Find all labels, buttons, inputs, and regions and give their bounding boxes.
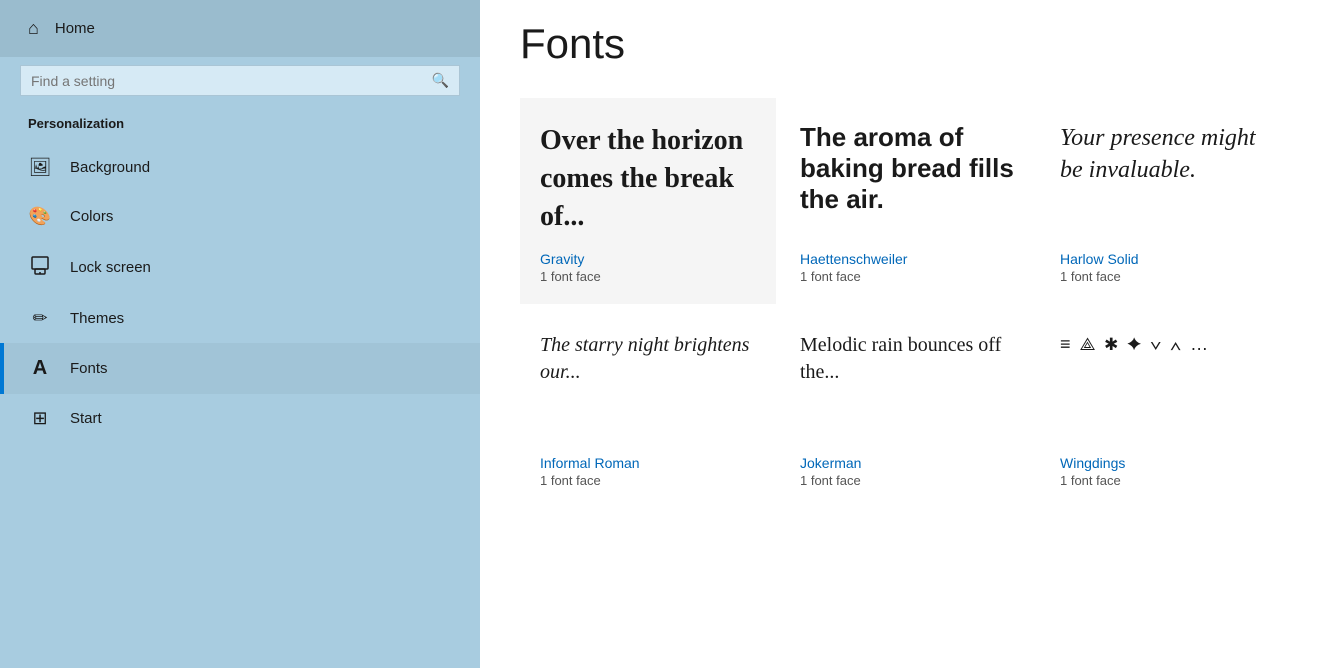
font-preview: The starry night brightens our... xyxy=(540,332,756,439)
font-card-row2-2[interactable]: Melodic rain bounces off the... Jokerman… xyxy=(780,308,1036,508)
search-box[interactable]: 🔍 xyxy=(20,65,460,96)
lock-screen-icon xyxy=(28,255,52,280)
sidebar: ⌂ Home 🔍 Personalization 🖼 Background 🎨 … xyxy=(0,0,480,668)
sidebar-item-label: Start xyxy=(70,410,102,427)
sidebar-item-themes[interactable]: ✏ Themes xyxy=(0,294,480,343)
font-card-row2-1[interactable]: The starry night brightens our... Inform… xyxy=(520,308,776,508)
font-name: Harlow Solid xyxy=(1060,251,1276,267)
font-card-harlow-solid[interactable]: Your presence might be invaluable. Harlo… xyxy=(1040,98,1296,304)
font-card-gravity[interactable]: Over the horizon comes the break of... G… xyxy=(520,98,776,304)
font-card-haettenschweiler[interactable]: The aroma of baking bread fills the air.… xyxy=(780,98,1036,304)
sidebar-item-colors[interactable]: 🎨 Colors xyxy=(0,192,480,241)
font-grid: Over the horizon comes the break of... G… xyxy=(520,98,1296,508)
font-faces: 1 font face xyxy=(800,269,1016,284)
colors-icon: 🎨 xyxy=(28,206,52,227)
background-icon: 🖼 xyxy=(28,157,52,178)
section-label: Personalization xyxy=(0,112,480,143)
font-name: Haettenschweiler xyxy=(800,251,1016,267)
font-faces: 1 font face xyxy=(1060,473,1276,488)
font-preview: Melodic rain bounces off the... xyxy=(800,332,1016,439)
font-preview: The aroma of baking bread fills the air. xyxy=(800,122,1016,235)
sidebar-item-label: Fonts xyxy=(70,360,108,377)
main-content: Fonts Over the horizon comes the break o… xyxy=(480,0,1336,668)
sidebar-item-lock-screen[interactable]: Lock screen xyxy=(0,241,480,294)
font-name: Jokerman xyxy=(800,455,1016,471)
sidebar-item-label: Themes xyxy=(70,310,124,327)
search-icon: 🔍 xyxy=(432,72,449,89)
font-faces: 1 font face xyxy=(1060,269,1276,284)
search-input[interactable] xyxy=(31,73,432,89)
sidebar-item-background[interactable]: 🖼 Background xyxy=(0,143,480,192)
font-name: Gravity xyxy=(540,251,756,267)
font-name: Wingdings xyxy=(1060,455,1276,471)
font-faces: 1 font face xyxy=(800,473,1016,488)
sidebar-item-fonts[interactable]: A Fonts xyxy=(0,343,480,394)
home-icon: ⌂ xyxy=(28,18,39,39)
sidebar-item-label: Background xyxy=(70,159,150,176)
font-card-row2-3[interactable]: ≡ ⟁ ✱ ✦ ∨ ∧ … Wingdings 1 font face xyxy=(1040,308,1296,508)
font-preview: ≡ ⟁ ✱ ✦ ∨ ∧ … xyxy=(1060,332,1276,439)
font-name: Informal Roman xyxy=(540,455,756,471)
fonts-icon: A xyxy=(28,357,52,380)
start-icon: ⊞ xyxy=(28,408,52,429)
sidebar-item-label: Colors xyxy=(70,208,113,225)
font-faces: 1 font face xyxy=(540,269,756,284)
font-preview: Your presence might be invaluable. xyxy=(1060,122,1276,235)
sidebar-item-start[interactable]: ⊞ Start xyxy=(0,394,480,443)
home-label: Home xyxy=(55,20,95,37)
sidebar-item-home[interactable]: ⌂ Home xyxy=(0,0,480,57)
page-title: Fonts xyxy=(520,20,1296,68)
font-faces: 1 font face xyxy=(540,473,756,488)
font-preview: Over the horizon comes the break of... xyxy=(540,122,756,235)
sidebar-item-label: Lock screen xyxy=(70,259,151,276)
themes-icon: ✏ xyxy=(28,308,52,329)
